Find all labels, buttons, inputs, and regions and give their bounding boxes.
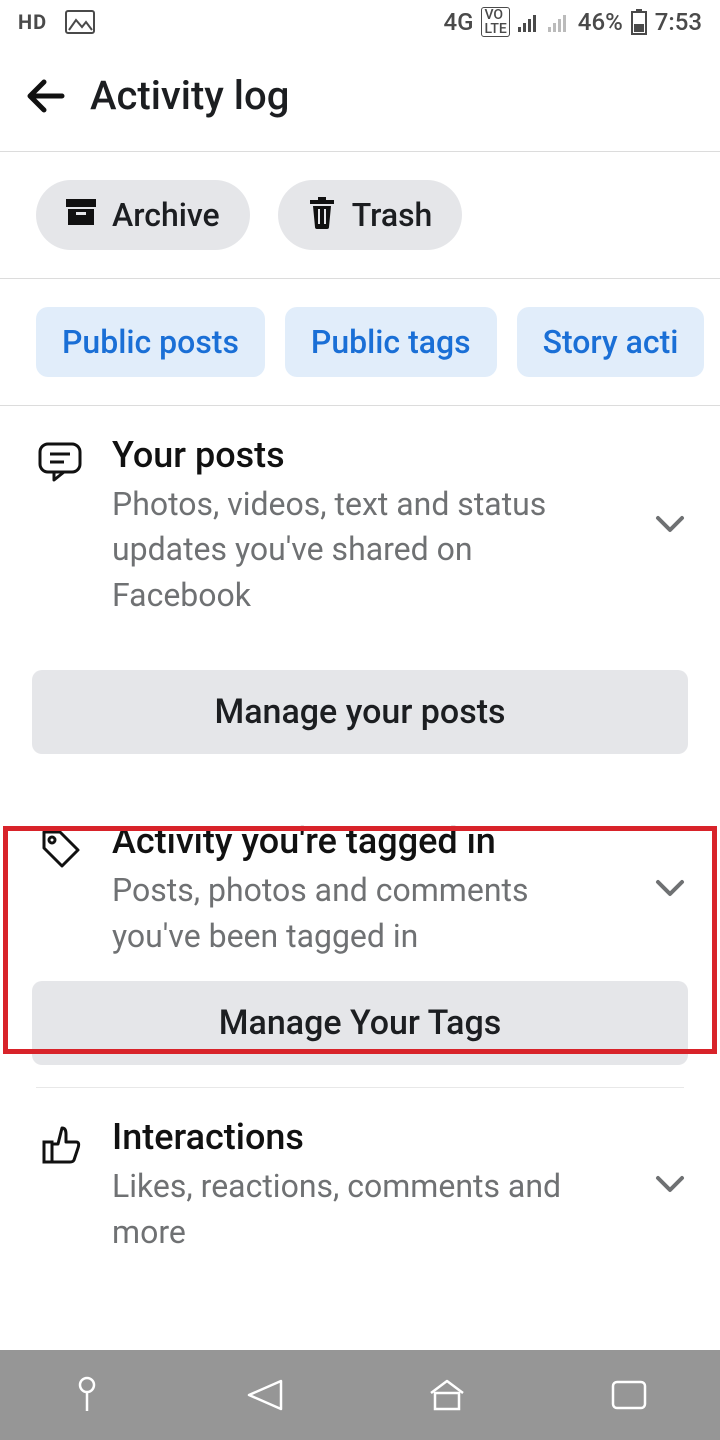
category-your-posts[interactable]: Your posts Photos, videos, text and stat…	[0, 406, 720, 638]
posts-icon	[36, 438, 84, 490]
volte-icon: VOLTE	[481, 7, 509, 37]
network-4g: 4G	[443, 8, 473, 36]
back-arrow-icon[interactable]	[24, 75, 66, 117]
battery-icon	[631, 9, 647, 35]
status-bar: HD 4G VOLTE 46% 7:53	[0, 0, 720, 44]
manage-your-tags-button[interactable]: Manage Your Tags	[32, 981, 688, 1065]
your-posts-desc: Photos, videos, text and status updates …	[112, 482, 616, 618]
system-nav-bar	[0, 1350, 720, 1440]
category-interactions[interactable]: Interactions Likes, reactions, comments …	[0, 1088, 720, 1275]
recents-nav-icon[interactable]	[609, 1378, 649, 1412]
interactions-desc: Likes, reactions, comments and more	[112, 1164, 616, 1255]
gallery-icon	[65, 10, 95, 34]
trash-label: Trash	[352, 196, 433, 234]
back-nav-icon[interactable]	[245, 1377, 285, 1413]
clock: 7:53	[655, 8, 702, 36]
home-nav-icon[interactable]	[427, 1377, 467, 1413]
action-pill-row: Archive Trash	[0, 152, 720, 278]
page-title: Activity log	[90, 72, 289, 119]
signal-icon-1	[518, 12, 540, 32]
chip-public-tags[interactable]: Public tags	[285, 307, 497, 377]
trash-button[interactable]: Trash	[278, 180, 463, 250]
category-tagged[interactable]: Activity you're tagged in Posts, photos …	[0, 772, 720, 979]
like-icon	[36, 1120, 84, 1172]
archive-button[interactable]: Archive	[36, 180, 250, 250]
archive-icon	[66, 199, 96, 231]
your-posts-title: Your posts	[112, 434, 616, 476]
manage-your-posts-button[interactable]: Manage your posts	[32, 670, 688, 754]
interactions-title: Interactions	[112, 1116, 616, 1158]
chip-story-activity[interactable]: Story acti	[517, 307, 705, 377]
filter-chip-row[interactable]: Public posts Public tags Story acti	[0, 279, 720, 405]
chip-public-posts[interactable]: Public posts	[36, 307, 265, 377]
chevron-down-icon	[652, 506, 692, 546]
hd-indicator: HD	[18, 10, 47, 34]
signal-icon-2	[548, 12, 570, 32]
archive-label: Archive	[112, 196, 220, 234]
chevron-down-icon	[652, 870, 692, 910]
tagged-desc: Posts, photos and comments you've been t…	[112, 868, 616, 959]
assistant-icon[interactable]	[71, 1375, 103, 1415]
tag-icon	[36, 824, 84, 876]
chevron-down-icon	[652, 1166, 692, 1206]
trash-icon	[308, 197, 336, 233]
tagged-title: Activity you're tagged in	[112, 820, 616, 862]
battery-percent: 46%	[578, 8, 623, 36]
page-header: Activity log	[0, 44, 720, 151]
